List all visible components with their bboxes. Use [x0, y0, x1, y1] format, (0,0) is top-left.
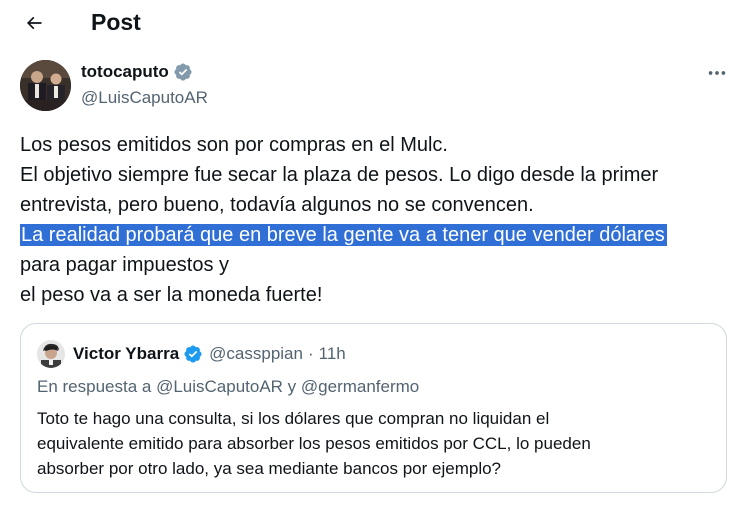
more-horizontal-icon — [708, 71, 726, 75]
author-handle[interactable]: @LuisCaputoAR — [81, 87, 208, 109]
verified-badge-icon — [184, 345, 202, 363]
quoted-line: Toto te hago una consulta, si los dólare… — [37, 409, 550, 428]
reply-context: En respuesta a @LuisCaputoAR y @germanfe… — [37, 377, 420, 396]
author-avatar[interactable] — [20, 60, 71, 111]
page-title: Post — [91, 9, 141, 35]
tweet-text: Los pesos emitidos son por compras en el… — [20, 130, 740, 310]
top-bar: Post — [0, 0, 753, 46]
text-selection-highlight: La realidad probará que en breve la gent… — [20, 224, 667, 246]
more-options-button[interactable] — [703, 62, 731, 84]
tweet-line: Los pesos emitidos son por compras en el… — [20, 134, 448, 156]
tweet-line-highlighted: La realidad probará que en breve la gent… — [20, 220, 740, 250]
author-name-text: totocaputo — [81, 62, 169, 81]
back-button[interactable] — [18, 8, 50, 38]
quoted-timestamp[interactable]: 11h — [319, 343, 346, 365]
quoted-line: absorber por otro lado, ya sea mediante … — [37, 459, 502, 478]
author-name[interactable]: totocaputo — [81, 61, 193, 83]
quoted-author-name[interactable]: Victor Ybarra — [73, 343, 179, 365]
quoted-tweet-text: Toto te hago una consulta, si los dólare… — [37, 406, 717, 481]
quoted-author-handle[interactable]: @cassppian — [209, 343, 303, 365]
avatar-image — [20, 60, 71, 111]
tweet-line: entrevista, pero bueno, todavía algunos … — [20, 194, 534, 216]
tweet-line: para pagar impuestos y — [20, 254, 230, 276]
quoted-avatar-image — [37, 340, 65, 368]
back-arrow-icon — [26, 16, 42, 30]
tweet-line: El objetivo siempre fue secar la plaza d… — [20, 164, 659, 186]
quoted-author-avatar[interactable] — [37, 340, 65, 368]
meta-separator: · — [307, 344, 314, 363]
quoted-header: Victor Ybarra @cassppian · 11h — [73, 343, 346, 365]
quoted-tweet-card[interactable]: Victor Ybarra @cassppian · 11h En respue… — [20, 323, 727, 493]
verified-badge-icon — [174, 63, 192, 81]
quoted-line: equivalente emitido para absorber los pe… — [37, 434, 591, 453]
tweet-line: el peso va a ser la moneda fuerte! — [20, 284, 323, 306]
